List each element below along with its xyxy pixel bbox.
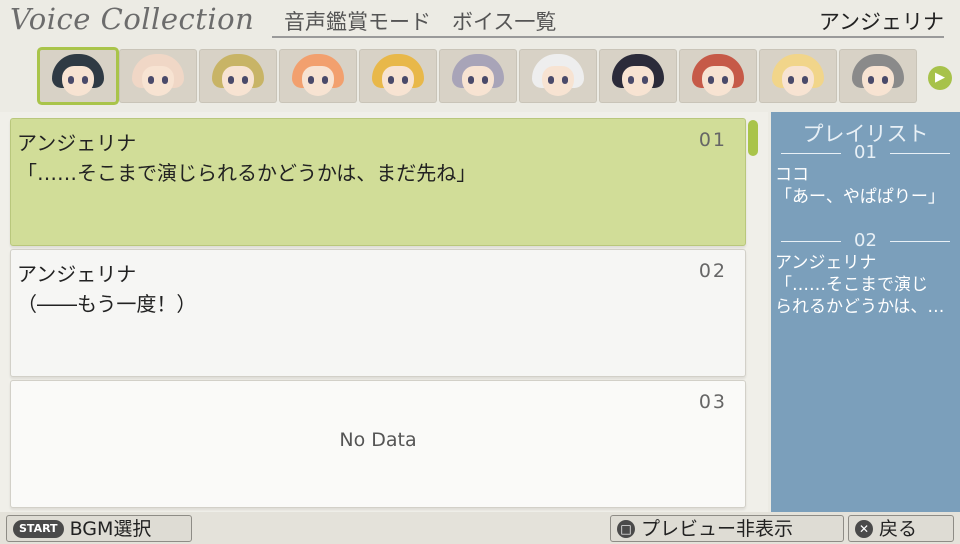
mode-title: 音声鑑賞モード ボイス一覧	[284, 10, 557, 34]
voice-number: 03	[698, 391, 727, 413]
footer-bar: START BGM選択 □ プレビュー非表示 ✕ 戻る	[0, 512, 960, 544]
portrait-7[interactable]	[520, 50, 596, 102]
current-character-name: アンジェリナ	[818, 10, 944, 34]
playlist-entry-line[interactable]: 「あー、やぱぱりー」	[775, 186, 959, 208]
voice-list: アンジェリナ 「……そこまで演じられるかどうかは、まだ先ね」 01 アンジェリナ…	[0, 112, 768, 512]
portrait-9[interactable]	[680, 50, 756, 102]
bgm-select-button[interactable]: START BGM選択	[6, 515, 192, 542]
voice-item-03[interactable]: 03 No Data	[10, 380, 746, 508]
voice-item-02[interactable]: アンジェリナ （――もう一度！） 02	[10, 249, 746, 377]
next-page-arrow-icon[interactable]: ▶	[928, 66, 952, 90]
voice-number: 02	[698, 260, 727, 282]
portrait-11[interactable]	[840, 50, 916, 102]
back-button[interactable]: ✕ 戻る	[848, 515, 954, 542]
playlist-entry-number: 02	[771, 230, 960, 251]
back-label: 戻る	[879, 518, 918, 540]
preview-toggle-label: プレビュー非表示	[641, 518, 794, 540]
voice-speaker: アンジェリナ	[17, 131, 137, 155]
playlist-entry-line[interactable]: 「……そこまで演じ	[775, 274, 959, 296]
cross-button-icon: ✕	[855, 520, 873, 538]
playlist-panel: プレイリスト 01 ココ 「あー、やぱぱりー」 02 アンジェリナ 「……そこま…	[771, 112, 960, 512]
voice-item-01[interactable]: アンジェリナ 「……そこまで演じられるかどうかは、まだ先ね」 01	[10, 118, 746, 246]
portrait-3[interactable]	[200, 50, 276, 102]
scrollbar-thumb[interactable]	[748, 120, 758, 156]
portrait-6[interactable]	[440, 50, 516, 102]
portrait-10[interactable]	[760, 50, 836, 102]
voice-number: 01	[698, 129, 727, 151]
voice-list-scrollbar[interactable]	[748, 116, 760, 506]
voice-line: 「……そこまで演じられるかどうかは、まだ先ね」	[17, 161, 477, 185]
playlist-entry-number: 01	[771, 142, 960, 163]
angelina-portrait[interactable]	[40, 50, 116, 102]
portrait-5[interactable]	[360, 50, 436, 102]
playlist-entry-line-cont[interactable]: られるかどうかは、…	[775, 296, 959, 318]
portrait-8[interactable]	[600, 50, 676, 102]
bgm-select-label: BGM選択	[69, 518, 152, 540]
voice-line: （――もう一度！）	[17, 292, 197, 316]
portrait-4[interactable]	[280, 50, 356, 102]
preview-toggle-button[interactable]: □ プレビュー非表示	[610, 515, 844, 542]
square-button-icon: □	[617, 520, 635, 538]
start-key-icon: START	[13, 520, 64, 538]
playlist-entry-speaker[interactable]: ココ	[775, 164, 959, 186]
voice-speaker: アンジェリナ	[17, 262, 137, 286]
app-logo: Voice Collection	[10, 2, 255, 36]
portrait-2[interactable]	[120, 50, 196, 102]
no-data-label: No Data	[339, 429, 417, 451]
playlist-entry-speaker[interactable]: アンジェリナ	[775, 252, 959, 274]
header-divider	[272, 36, 944, 38]
header: Voice Collection 音声鑑賞モード ボイス一覧 アンジェリナ	[0, 0, 960, 44]
